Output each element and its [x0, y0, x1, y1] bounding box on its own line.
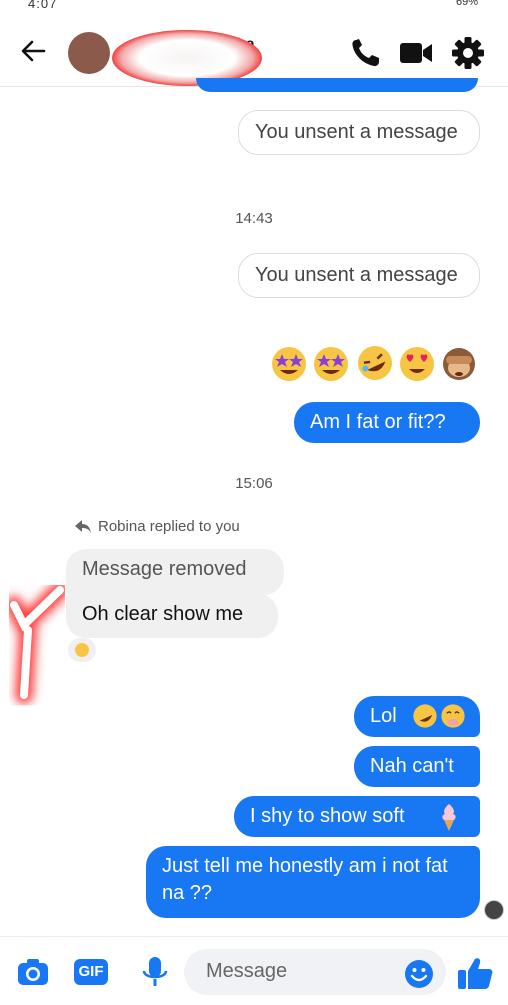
outgoing-message-bubble[interactable]: I shy to show soft — [234, 796, 480, 837]
contact-avatar[interactable] — [68, 32, 110, 74]
timestamp: 15:06 — [235, 475, 273, 492]
star-struck-emoji-icon — [272, 347, 306, 381]
message-text: I shy to show soft — [250, 805, 405, 827]
composer-bar: GIF Message — [0, 936, 508, 1005]
blushing-emoji-icon — [441, 704, 465, 728]
back-arrow-icon[interactable] — [18, 36, 48, 66]
gif-button[interactable]: GIF — [74, 955, 108, 989]
status-bar: 4:07 69% — [0, 0, 508, 14]
chat-header: ha go — [0, 14, 508, 87]
unsent-message-bubble[interactable]: You unsent a message — [238, 253, 480, 298]
seen-avatar — [484, 900, 504, 920]
star-struck-emoji-icon — [314, 347, 348, 381]
emoji-picker-icon[interactable] — [404, 959, 434, 989]
unsent-message-bubble[interactable]: You unsent a message — [238, 110, 480, 155]
see-no-evil-monkey-emoji-icon — [443, 348, 475, 380]
outgoing-message-bubble[interactable]: Nah can't — [354, 746, 480, 787]
reply-indicator: Robina replied to you — [74, 518, 240, 535]
status-time: 4:07 — [28, 0, 58, 11]
redaction-scribble — [5, 585, 69, 704]
outgoing-message-bubble[interactable]: Lol — [354, 696, 480, 737]
gif-label: GIF — [74, 959, 108, 985]
phone-call-icon[interactable] — [348, 36, 384, 70]
heart-eyes-emoji-icon — [400, 347, 434, 381]
settings-gear-icon[interactable] — [450, 36, 486, 70]
incoming-message-bubble[interactable]: Oh clear show me — [66, 594, 278, 638]
thumbs-up-like-icon[interactable] — [456, 955, 494, 991]
previous-message-bubble[interactable] — [196, 78, 478, 92]
message-input-placeholder: Message — [206, 960, 288, 982]
camera-icon[interactable] — [16, 955, 50, 989]
video-call-icon[interactable] — [398, 36, 434, 70]
reply-indicator-text: Robina replied to you — [98, 518, 240, 535]
microphone-icon[interactable] — [138, 955, 172, 989]
outgoing-message-bubble[interactable]: Am I fat or fit?? — [294, 402, 480, 443]
message-reaction[interactable] — [68, 638, 96, 662]
rolling-laughing-emoji-icon — [413, 704, 437, 728]
rolling-laughing-emoji-icon — [358, 346, 392, 380]
message-text: Lol — [370, 705, 397, 727]
quoted-removed-message[interactable]: Message removed — [66, 549, 284, 595]
timestamp: 14:43 — [235, 210, 273, 227]
blushing-emoji-icon — [75, 643, 89, 657]
outgoing-message-bubble[interactable]: Just tell me honestly am i not fat na ?? — [146, 846, 480, 918]
status-battery: 69% — [455, 0, 478, 8]
soft-ice-cream-emoji-icon — [442, 804, 456, 831]
reply-arrow-icon — [75, 520, 91, 533]
emoji-message[interactable] — [270, 344, 482, 384]
